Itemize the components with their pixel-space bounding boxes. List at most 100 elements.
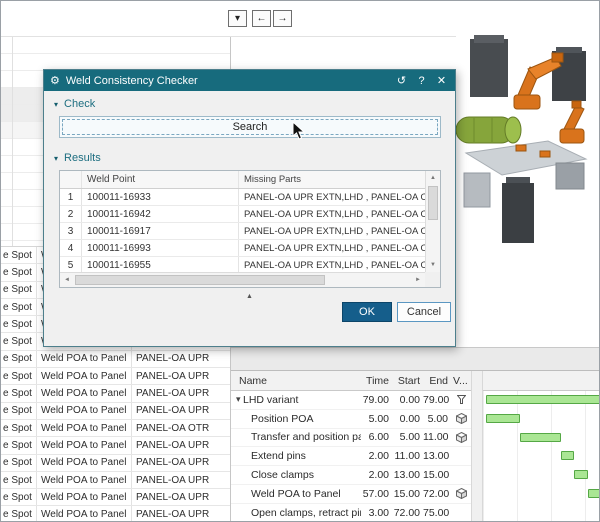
missing-parts-cell: PANEL-OA UPR EXTN,LHD , PANEL-OA OTR,LHD xyxy=(239,240,425,256)
expander-icon[interactable]: ▾ xyxy=(231,394,243,405)
cancel-button[interactable]: Cancel xyxy=(397,302,451,322)
cube-icon xyxy=(456,413,467,424)
refresh-icon: ↺ xyxy=(397,75,406,87)
close-icon: ✕ xyxy=(437,75,446,87)
col-header-start[interactable]: Start xyxy=(391,375,423,387)
3d-viewport[interactable] xyxy=(456,33,600,347)
scroll-right-arrow-icon[interactable]: ► xyxy=(412,274,424,286)
gantt-bar[interactable] xyxy=(561,451,575,460)
time-cell: 79.00 xyxy=(361,394,391,406)
col-header-end[interactable]: End xyxy=(423,375,451,387)
operation-name-cell: Extend pins xyxy=(231,447,361,465)
missing-parts-cell: PANEL-OA UPR EXTN,LHD , PANEL-OA OTR,LHD xyxy=(239,189,425,205)
end-cell: 72.00 xyxy=(423,488,451,500)
vertical-scrollbar[interactable]: ▲ ▼ xyxy=(425,171,440,272)
gantt-bar[interactable] xyxy=(486,414,520,423)
forward-button[interactable]: → xyxy=(273,10,292,27)
weld-point-cell: 100011-16933 xyxy=(82,189,239,205)
gantt-bar[interactable] xyxy=(574,470,588,479)
operation-part-cell: PANEL-OA UPR xyxy=(132,506,230,522)
scrollbar-corner xyxy=(425,272,440,287)
search-button[interactable]: Search xyxy=(59,116,441,138)
check-section-label: Check xyxy=(64,98,95,110)
row-number-header xyxy=(60,171,82,188)
operation-row[interactable]: e Spot Weld POA to Panel PANEL-OA UPR xyxy=(1,403,230,420)
operation-name: Weld POA to Panel xyxy=(251,488,341,500)
weld-point-cell: 100011-16993 xyxy=(82,240,239,256)
result-row[interactable]: 1 100011-16933 PANEL-OA UPR EXTN,LHD , P… xyxy=(60,189,425,206)
operation-row[interactable]: e Spot Weld POA to Panel PANEL-OA UPR xyxy=(1,351,230,368)
operation-row[interactable]: e Spot Weld POA to Panel PANEL-OA UPR xyxy=(1,489,230,506)
col-header-time[interactable]: Time xyxy=(361,375,391,387)
scrollbar-thumb[interactable] xyxy=(75,275,325,285)
row-number-cell: 3 xyxy=(60,223,82,239)
check-section-header[interactable]: ▾ Check xyxy=(54,98,95,110)
result-row[interactable]: 2 100011-16942 PANEL-OA UPR EXTN,LHD , P… xyxy=(60,206,425,223)
gantt-row[interactable]: Position POA 5.00 0.00 5.00 xyxy=(231,410,471,429)
operation-part-cell: PANEL-OA UPR xyxy=(132,368,230,384)
nav-button-group: ▾ ← → xyxy=(228,10,294,27)
operation-part-cell: PANEL-OA UPR xyxy=(132,455,230,471)
help-button[interactable]: ? xyxy=(414,75,429,87)
operation-part-cell: PANEL-OA UPR xyxy=(132,472,230,488)
operation-name-cell: Weld POA to Panel xyxy=(231,485,361,503)
weld-point-header[interactable]: Weld Point xyxy=(82,171,239,188)
operation-row[interactable]: e Spot Weld POA to Panel PANEL-OA UPR xyxy=(1,437,230,454)
close-button[interactable]: ✕ xyxy=(434,74,449,87)
reset-button[interactable]: ↺ xyxy=(394,74,409,87)
operation-row[interactable]: e Spot Weld POA to Panel PANEL-OA OTR xyxy=(1,420,230,437)
collapse-dialog-button[interactable]: ▲ xyxy=(233,291,267,302)
gantt-row[interactable]: Transfer and position panel 6.00 5.00 11… xyxy=(231,429,471,448)
ok-button[interactable]: OK xyxy=(342,302,392,322)
scrollbar-thumb[interactable] xyxy=(428,186,438,220)
col-header-name[interactable]: Name xyxy=(231,375,361,387)
gantt-row[interactable]: Close clamps 2.00 13.00 15.00 xyxy=(231,466,471,485)
row-number-cell: 4 xyxy=(60,240,82,256)
operation-part-cell: PANEL-OA UPR xyxy=(132,403,230,419)
operation-type-cell: e Spot xyxy=(1,316,37,332)
operation-type-cell: e Spot xyxy=(1,403,37,419)
results-section-header[interactable]: ▾ Results xyxy=(54,152,101,164)
gantt-bar[interactable] xyxy=(588,489,600,498)
dialog-title-bar[interactable]: ⚙ Weld Consistency Checker ↺ ? ✕ xyxy=(44,70,455,91)
operation-action-cell: Weld POA to Panel xyxy=(37,351,132,367)
result-row[interactable]: 5 100011-16955 PANEL-OA UPR EXTN,LHD , P… xyxy=(60,257,425,272)
gantt-splitter[interactable] xyxy=(471,371,483,522)
operation-row[interactable]: e Spot Weld POA to Panel PANEL-OA UPR xyxy=(1,385,230,402)
operation-action-cell: Weld POA to Panel xyxy=(37,455,132,471)
operation-action-cell: Weld POA to Panel xyxy=(37,368,132,384)
gantt-bar[interactable] xyxy=(520,433,561,442)
horizontal-scrollbar[interactable]: ◄ ► xyxy=(60,272,425,287)
col-header-extra[interactable]: V... xyxy=(451,375,471,387)
operation-row[interactable]: e Spot Weld POA to Panel PANEL-OA UPR xyxy=(1,455,230,472)
operation-row[interactable]: e Spot Weld POA to Panel PANEL-OA UPR xyxy=(1,506,230,522)
operation-row[interactable]: e Spot Weld POA to Panel PANEL-OA UPR xyxy=(1,472,230,489)
operation-type-cell: e Spot xyxy=(1,472,37,488)
missing-parts-header[interactable]: Missing Parts xyxy=(239,171,425,188)
weld-point-cell: 100011-16942 xyxy=(82,206,239,222)
operation-part-cell: PANEL-OA UPR xyxy=(132,489,230,505)
operation-row[interactable]: e Spot Weld POA to Panel PANEL-OA UPR xyxy=(1,368,230,385)
time-cell: 57.00 xyxy=(361,488,391,500)
start-cell: 0.00 xyxy=(391,413,423,425)
end-cell: 5.00 xyxy=(423,413,451,425)
gantt-bar[interactable] xyxy=(486,395,600,404)
gantt-row[interactable]: Extend pins 2.00 11.00 13.00 xyxy=(231,447,471,466)
operation-type-cell: e Spot xyxy=(1,437,37,453)
back-button[interactable]: ← xyxy=(252,10,271,27)
operation-part-cell: PANEL-OA OTR xyxy=(132,420,230,436)
arrow-right-icon: → xyxy=(278,13,288,24)
variant-cell xyxy=(451,488,471,499)
scroll-down-arrow-icon[interactable]: ▼ xyxy=(426,259,440,271)
gantt-row[interactable]: ▾ LHD variant 79.00 0.00 79.00 xyxy=(231,391,471,410)
operation-type-cell: e Spot xyxy=(1,264,37,280)
dropdown-button[interactable]: ▾ xyxy=(228,10,247,27)
scroll-up-arrow-icon[interactable]: ▲ xyxy=(426,172,440,184)
result-row[interactable]: 3 100011-16917 PANEL-OA UPR EXTN,LHD , P… xyxy=(60,223,425,240)
gantt-row[interactable]: Weld POA to Panel 57.00 15.00 72.00 xyxy=(231,485,471,504)
scroll-left-arrow-icon[interactable]: ◄ xyxy=(61,274,73,286)
gantt-row[interactable]: Open clamps, retract pins 3.00 72.00 75.… xyxy=(231,504,471,522)
result-row[interactable]: 4 100011-16993 PANEL-OA UPR EXTN,LHD , P… xyxy=(60,240,425,257)
end-cell: 13.00 xyxy=(423,450,451,462)
start-cell: 72.00 xyxy=(391,507,423,519)
